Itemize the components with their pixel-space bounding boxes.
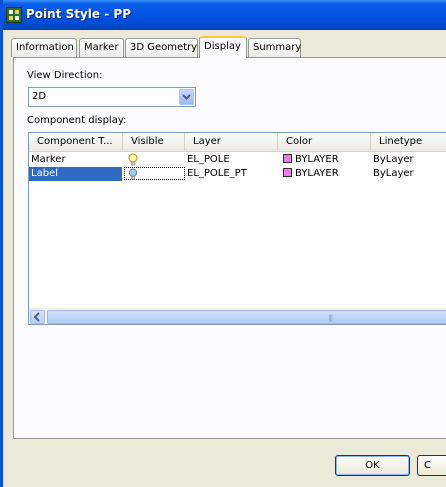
tab-strip: Information Marker 3D Geometry Display S… — [11, 36, 446, 58]
column-header-layer[interactable]: Layer — [185, 133, 278, 152]
scroll-left-button[interactable] — [30, 310, 45, 324]
cancel-button[interactable]: C — [417, 455, 446, 476]
tab-information[interactable]: Information — [11, 38, 77, 57]
chevron-left-icon — [33, 312, 40, 322]
tab-marker[interactable]: Marker — [79, 38, 124, 57]
ok-button[interactable]: OK — [335, 455, 410, 476]
list-header: Component T... Visible Layer Color Linet… — [29, 133, 446, 152]
linetype-value: ByLayer — [373, 168, 414, 179]
table-row-marker[interactable]: Marker EL_POLE BYLAYER ByLayer — [29, 153, 446, 167]
tab-3d-geometry[interactable]: 3D Geometry — [125, 38, 198, 57]
component-display-label: Component display: — [27, 115, 127, 126]
layer-value: EL_POLE_PT — [187, 168, 247, 179]
component-name: Label — [29, 167, 122, 181]
column-header-component[interactable]: Component T... — [29, 133, 123, 152]
lightbulb-on-icon[interactable] — [127, 153, 139, 167]
layer-value: EL_POLE — [187, 154, 230, 165]
view-direction-dropdown[interactable]: 2D — [28, 87, 196, 107]
linetype-value: ByLayer — [373, 154, 414, 165]
scroll-thumb[interactable]: ||| — [47, 310, 446, 324]
visible-cell-focus[interactable] — [124, 167, 185, 180]
tab-summary[interactable]: Summary — [248, 38, 301, 57]
tab-display[interactable]: Display — [199, 36, 247, 58]
table-row-label[interactable]: Label EL_POLE_PT BYLAYER ByLayer — [29, 167, 446, 181]
chevron-down-icon — [182, 94, 191, 100]
view-direction-label: View Direction: — [27, 70, 103, 81]
color-value: BYLAYER — [283, 153, 339, 167]
grip-icon: ||| — [328, 314, 333, 322]
view-direction-value: 2D — [32, 91, 47, 102]
component-name: Marker — [31, 154, 66, 165]
dropdown-button[interactable] — [179, 89, 194, 105]
color-swatch-icon — [283, 168, 292, 177]
color-swatch-icon — [283, 154, 292, 163]
horizontal-scrollbar[interactable]: ||| — [29, 308, 446, 324]
color-value: BYLAYER — [283, 167, 339, 181]
component-display-list[interactable]: Component T... Visible Layer Color Linet… — [28, 132, 446, 325]
column-header-linetype[interactable]: Linetype — [371, 133, 446, 152]
display-tab-panel: View Direction: 2D Component display: Co… — [13, 57, 446, 439]
point-style-dialog: Point Style - PP Information Marker 3D G… — [0, 0, 446, 487]
title-bar[interactable]: Point Style - PP — [3, 0, 446, 30]
column-header-color[interactable]: Color — [278, 133, 371, 152]
app-icon — [6, 7, 22, 23]
window-title: Point Style - PP — [26, 7, 131, 21]
column-header-visible[interactable]: Visible — [123, 133, 185, 152]
lightbulb-on-icon — [128, 168, 138, 180]
